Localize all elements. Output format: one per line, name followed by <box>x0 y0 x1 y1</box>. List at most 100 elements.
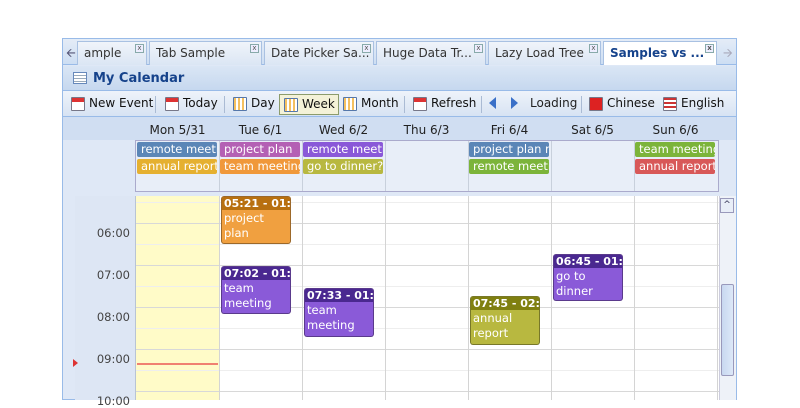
day-header-row: Mon 5/31 Tue 6/1 Wed 6/2 Thu 6/3 Fri 6/4… <box>63 117 736 140</box>
tab-label: Date Picker Sa... <box>271 46 370 60</box>
calendar-event[interactable]: 06:45 - 01:5go to dinner <box>553 254 623 301</box>
scroll-right-icon[interactable]: 🡪 <box>723 44 733 65</box>
calendar-event[interactable]: 07:45 - 02:1annual report <box>470 296 540 345</box>
all-day-event[interactable]: annual report <box>137 159 217 174</box>
grid-line <box>136 370 719 371</box>
week-view-button[interactable]: Week <box>279 94 339 115</box>
all-day-event[interactable]: annual report <box>635 159 715 174</box>
calendar-event[interactable]: 07:33 - 01:2team meeting <box>304 288 374 337</box>
day-header[interactable]: Sat 6/5 <box>551 123 634 137</box>
month-label: Month <box>361 96 399 110</box>
column-divider <box>634 196 635 400</box>
refresh-label: Refresh <box>431 96 477 110</box>
day-icon <box>233 97 247 111</box>
event-time: 07:33 - 01:2 <box>305 289 373 302</box>
chinese-label: Chinese <box>607 96 655 110</box>
all-day-event[interactable]: remote meeting <box>137 142 217 157</box>
china-flag-icon <box>589 97 603 111</box>
tab-label: ample <box>84 46 122 60</box>
column-divider <box>551 196 552 400</box>
all-day-event[interactable]: project plan <box>220 142 300 157</box>
all-day-event[interactable]: remote meeting <box>469 159 549 174</box>
month-icon <box>343 97 357 111</box>
tab-lazy-load-tree[interactable]: Lazy Load Tree x <box>488 41 601 65</box>
panel-header: My Calendar <box>63 66 736 91</box>
current-time-line <box>137 363 218 365</box>
chinese-button[interactable]: Chinese <box>585 94 658 115</box>
day-header[interactable]: Sun 6/6 <box>634 123 717 137</box>
grid-line <box>136 391 719 392</box>
day-label: Day <box>251 96 275 110</box>
tab-date-picker[interactable]: Date Picker Sa... x <box>264 41 374 65</box>
new-event-icon <box>71 97 85 111</box>
time-label: 07:00 <box>96 268 130 282</box>
week-icon <box>284 98 298 112</box>
event-time: 07:02 - 01:0 <box>222 267 290 280</box>
english-label: English <box>681 96 725 110</box>
current-time-marker-icon <box>73 359 78 367</box>
close-icon[interactable]: x <box>474 44 483 53</box>
tab-bar: 🡨 ample x Tab Sample x Date Picker Sa... x … <box>62 38 737 65</box>
panel-title: My Calendar <box>93 71 185 86</box>
event-title: project plan review <box>224 211 264 243</box>
all-day-event[interactable]: team meeting <box>220 159 300 174</box>
grid-line <box>136 349 719 350</box>
time-label: 10:00 <box>96 394 130 408</box>
tab-tab-sample[interactable]: Tab Sample x <box>149 41 262 65</box>
new-event-label: New Event <box>89 96 154 110</box>
scroll-left-icon[interactable]: 🡨 <box>66 44 76 65</box>
week-label: Week <box>302 97 335 111</box>
event-title: annual report <box>473 311 513 340</box>
calendar-event[interactable]: 07:02 - 01:0team meeting <box>221 266 291 314</box>
column-divider <box>468 196 469 400</box>
close-icon[interactable]: x <box>250 44 259 53</box>
tab-sample[interactable]: ample x <box>77 41 147 65</box>
event-title: team meeting <box>307 303 355 332</box>
calendar-icon <box>73 72 87 84</box>
time-label: 08:00 <box>96 310 130 324</box>
refresh-icon <box>413 97 427 111</box>
scroll-up-icon[interactable]: ^ <box>720 198 734 213</box>
today-button[interactable]: Today <box>161 94 221 115</box>
all-day-event[interactable]: team meeting <box>635 142 715 157</box>
tab-huge-data-tree[interactable]: Huge Data Tr... x <box>376 41 486 65</box>
day-header[interactable]: Tue 6/1 <box>219 123 302 137</box>
event-title: go to dinner <box>556 269 593 298</box>
all-day-event[interactable]: go to dinner? <box>303 159 383 174</box>
today-label: Today <box>183 96 218 110</box>
day-header[interactable]: Fri 6/4 <box>468 123 551 137</box>
day-view-button[interactable]: Day <box>229 94 278 115</box>
previous-icon[interactable] <box>489 97 496 109</box>
day-header[interactable]: Wed 6/2 <box>302 123 385 137</box>
next-icon[interactable] <box>511 97 518 109</box>
event-time: 05:21 - 01:1 <box>222 197 290 210</box>
close-icon[interactable]: x <box>135 44 144 53</box>
event-time: 07:45 - 02:1 <box>471 297 539 310</box>
tab-label: Lazy Load Tree <box>495 46 584 60</box>
event-title: team meeting <box>224 281 272 310</box>
loading-status: Loading <box>530 96 578 110</box>
us-flag-icon <box>663 97 677 111</box>
english-button[interactable]: English <box>659 94 727 115</box>
all-day-area: remote meetingannual reportproject plant… <box>135 140 719 192</box>
time-label: 06:00 <box>96 226 130 240</box>
toolbar: New Event Today Day Week Month Refresh L… <box>63 91 736 117</box>
close-icon[interactable]: x <box>362 44 371 53</box>
day-header[interactable]: Thu 6/3 <box>385 123 468 137</box>
all-day-event[interactable]: remote meeting <box>303 142 383 157</box>
month-view-button[interactable]: Month <box>339 94 402 115</box>
calendar-event[interactable]: 05:21 - 01:1project plan review <box>221 196 291 244</box>
close-icon[interactable]: x <box>589 44 598 53</box>
refresh-button[interactable]: Refresh <box>409 94 479 115</box>
close-icon[interactable]: x <box>705 44 714 53</box>
new-event-button[interactable]: New Event <box>67 94 156 115</box>
grid-line <box>136 328 719 329</box>
all-day-event[interactable]: project plan review <box>469 142 549 157</box>
grid-line <box>136 244 719 245</box>
day-header[interactable]: Mon 5/31 <box>136 123 219 137</box>
column-divider <box>302 196 303 400</box>
tab-samples-vs[interactable]: Samples vs ... x <box>603 41 717 65</box>
column-divider <box>219 196 220 400</box>
scrollbar-thumb[interactable] <box>721 284 734 376</box>
event-time: 06:45 - 01:5 <box>554 255 622 268</box>
